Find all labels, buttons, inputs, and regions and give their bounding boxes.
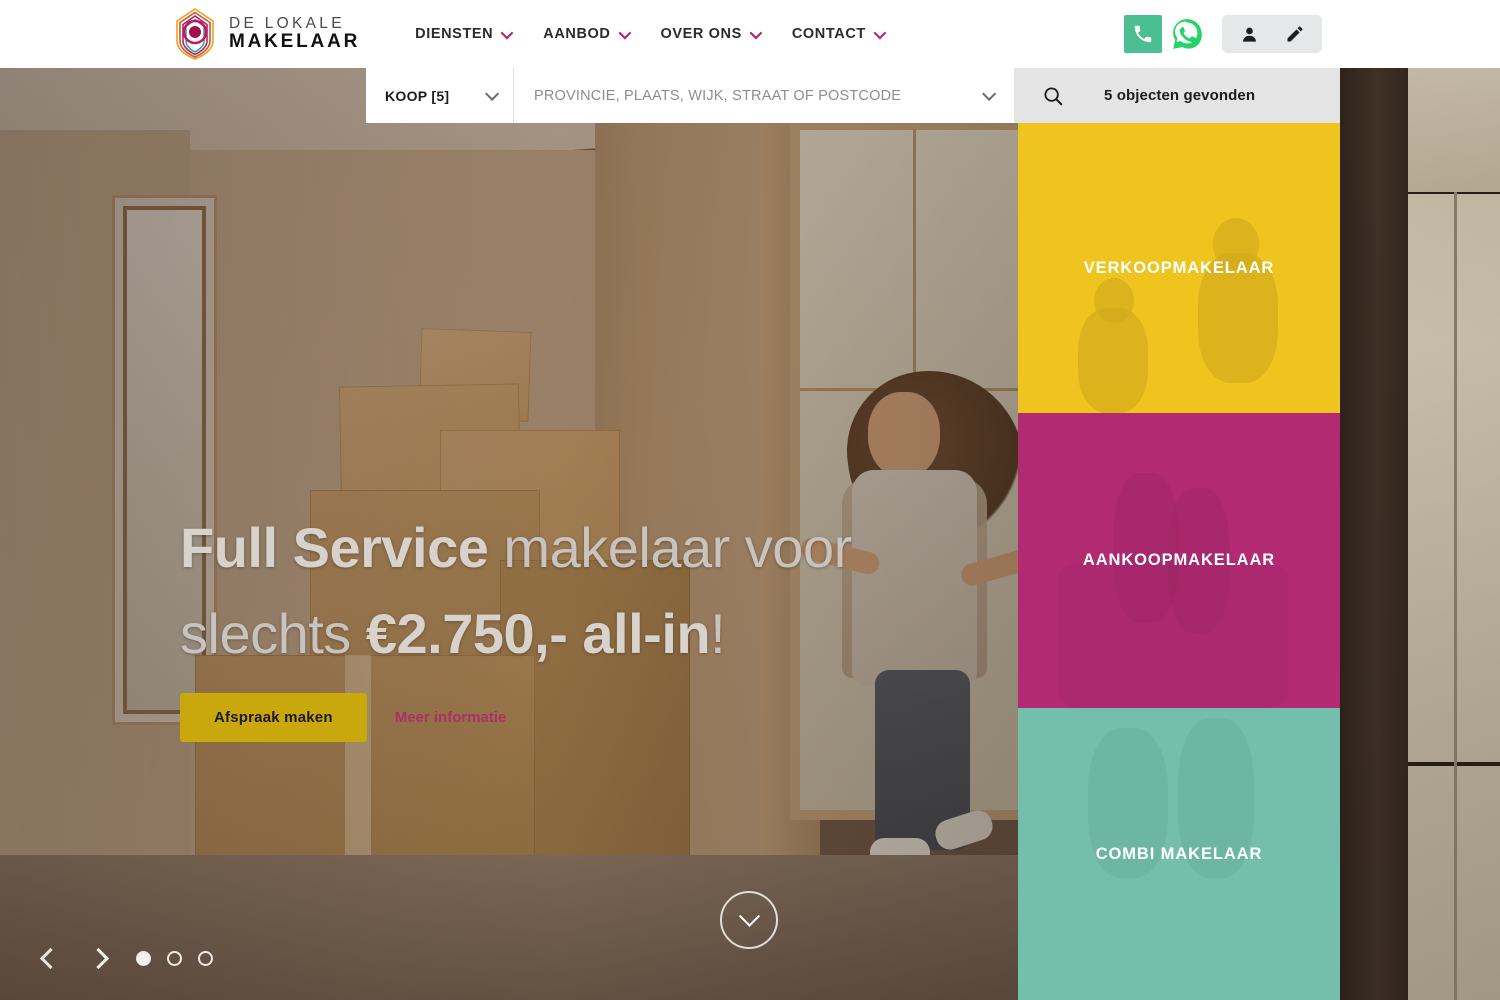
chevron-right-icon <box>87 947 109 969</box>
carousel-dot-1[interactable] <box>136 950 151 966</box>
account-button[interactable] <box>1226 15 1272 53</box>
chevron-down-icon <box>738 905 760 927</box>
property-search-bar: KOOP [5] PROVINCIE, PLAATS, WIJK, STRAAT… <box>366 68 1340 123</box>
panel-label: AANKOOPMAKELAAR <box>1082 551 1276 569</box>
header-actions <box>1124 13 1322 55</box>
nav-item-over-ons[interactable]: OVER ONS <box>660 26 763 42</box>
hero-headline: Full Service makelaar voor slechts €2.75… <box>180 505 940 677</box>
logo-line-2: MAKELAAR <box>229 31 361 53</box>
search-results-count-label: 5 objecten gevonden <box>1104 87 1256 104</box>
scroll-down-button[interactable] <box>720 891 778 949</box>
hero-headline-post: ! <box>710 602 726 665</box>
nav-item-label: OVER ONS <box>660 26 742 42</box>
logo[interactable]: DE LOKALE MAKELAAR <box>172 7 360 61</box>
panel-combi-makelaar[interactable]: COMBI MAKELAAR <box>1018 708 1340 1000</box>
carousel-dot-3[interactable] <box>198 950 213 966</box>
hero-headline-line-2: slechts €2.750,- all-in! <box>180 591 940 677</box>
hero-headline-pre: slechts <box>180 602 366 665</box>
hero-carousel-controls <box>26 940 213 976</box>
panel-label: VERKOOPMAKELAAR <box>1083 258 1275 277</box>
main-navigation: DIENSTEN AANBOD OVER ONS CONTACT <box>415 26 887 42</box>
carousel-dot-2[interactable] <box>167 950 182 966</box>
search-icon <box>1044 86 1063 105</box>
page-root: DE LOKALE MAKELAAR DIENSTEN AANBOD OVER … <box>0 0 1500 1000</box>
hero-headline-rest: makelaar voor <box>488 516 852 579</box>
chevron-down-icon <box>982 86 997 101</box>
search-location-input[interactable]: PROVINCIE, PLAATS, WIJK, STRAAT OF POSTC… <box>514 68 1014 123</box>
account-actions-group <box>1222 15 1322 53</box>
logo-wordmark: DE LOKALE MAKELAAR <box>229 16 360 51</box>
search-submit[interactable]: 5 objecten gevonden <box>1014 68 1340 123</box>
chevron-down-icon <box>618 26 631 39</box>
service-panels: VERKOOPMAKELAAR AANKOOPMAKELAAR COMBI MA… <box>1018 123 1340 1000</box>
logo-line-1: DE LOKALE <box>229 15 345 33</box>
chevron-down-icon <box>500 26 514 39</box>
carousel-dots <box>136 950 213 966</box>
phone-button[interactable] <box>1124 15 1162 53</box>
carousel-prev-button[interactable] <box>26 940 74 976</box>
nav-item-diensten[interactable]: DIENSTEN <box>415 26 514 42</box>
bg-dark-scrim-overlay <box>0 0 1018 1000</box>
site-header: DE LOKALE MAKELAAR DIENSTEN AANBOD OVER … <box>0 0 1500 68</box>
carousel-next-button[interactable] <box>74 940 122 976</box>
edit-button[interactable] <box>1272 15 1318 53</box>
whatsapp-button[interactable] <box>1166 13 1208 55</box>
search-location-placeholder: PROVINCIE, PLAATS, WIJK, STRAAT OF POSTC… <box>534 87 902 104</box>
nav-item-aanbod[interactable]: AANBOD <box>543 26 631 42</box>
panel-verkoopmakelaar[interactable]: VERKOOPMAKELAAR <box>1018 123 1340 413</box>
hero-headline-line-1: Full Service makelaar voor <box>180 505 940 591</box>
whatsapp-icon <box>1173 19 1202 49</box>
nav-item-contact[interactable]: CONTACT <box>791 26 887 42</box>
search-type-label: KOOP [5] <box>385 87 450 104</box>
nav-item-label: AANBOD <box>543 26 611 42</box>
chevron-down-icon <box>485 86 500 101</box>
location-pin-logo-icon <box>176 8 214 60</box>
chevron-left-icon <box>39 947 61 969</box>
person-icon <box>1242 27 1256 42</box>
search-type-dropdown[interactable]: KOOP [5] <box>366 68 514 123</box>
nav-item-label: CONTACT <box>791 26 866 42</box>
more-information-link[interactable]: Meer informatie <box>395 709 507 726</box>
chevron-down-icon <box>873 26 887 39</box>
make-appointment-button[interactable]: Afspraak maken <box>180 693 367 742</box>
panel-aankoopmakelaar[interactable]: AANKOOPMAKELAAR <box>1018 413 1340 708</box>
phone-icon <box>1134 25 1152 43</box>
nav-item-label: DIENSTEN <box>415 26 494 42</box>
hero-actions: Afspraak maken Meer informatie <box>180 693 506 742</box>
chevron-down-icon <box>749 26 763 39</box>
hero-headline-price: €2.750,- all-in <box>365 602 711 665</box>
pencil-icon <box>1287 26 1303 42</box>
panel-label: COMBI MAKELAAR <box>1095 844 1263 863</box>
hero-headline-strong: Full Service <box>180 516 489 579</box>
